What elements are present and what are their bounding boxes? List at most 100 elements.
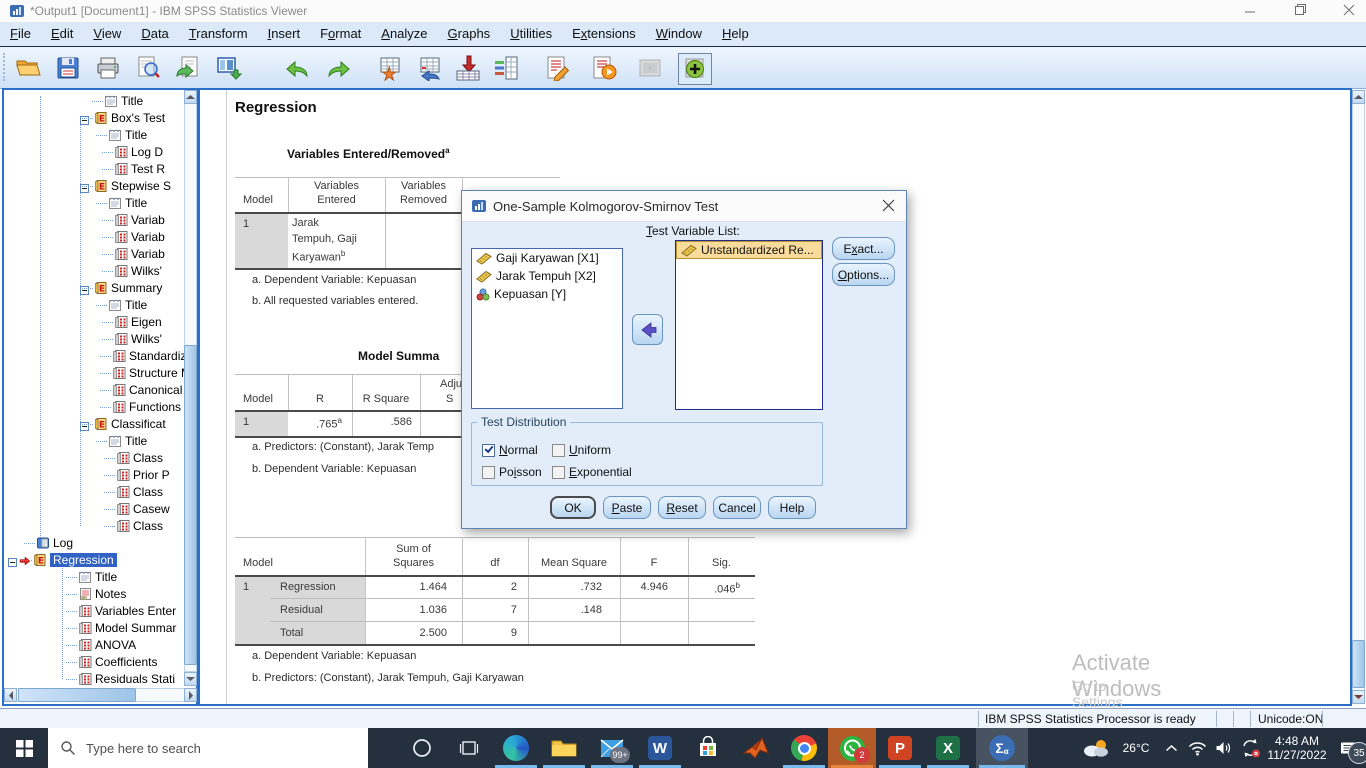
output-vscroll-thumb[interactable]	[1352, 640, 1365, 688]
excel-taskbar-button[interactable]: X	[924, 728, 972, 768]
outline-item-model-summar[interactable]: Model Summar	[4, 620, 184, 637]
outline-hscroll-left[interactable]	[4, 688, 17, 702]
options-button[interactable]: Options...	[832, 263, 895, 286]
test-variable-list[interactable]: Unstandardized Re...	[675, 240, 823, 410]
menu-insert[interactable]: Insert	[258, 22, 311, 44]
uniform-checkbox-label[interactable]: Uniform	[569, 443, 611, 457]
exponential-checkbox-label[interactable]: Exponential	[569, 465, 632, 479]
menu-window[interactable]: Window	[646, 22, 712, 44]
normal-checkbox-label[interactable]: Normal	[499, 443, 538, 457]
outline-item-variables-enter[interactable]: Variables Enter	[4, 603, 184, 620]
outline-item-title[interactable]: Title	[4, 93, 184, 110]
outline-item-standardiz[interactable]: Standardiz	[4, 348, 184, 365]
explorer-taskbar-button[interactable]	[540, 728, 588, 768]
poisson-checkbox-label[interactable]: Poisson	[499, 465, 542, 479]
store-taskbar-button[interactable]	[684, 728, 732, 768]
cancel-button[interactable]: Cancel	[713, 496, 761, 519]
weather-icon[interactable]	[1074, 728, 1118, 768]
outline-item-title[interactable]: Title	[4, 195, 184, 212]
outline-item-classificat[interactable]: EClassificat	[4, 416, 184, 433]
outline-item-variab[interactable]: Variab	[4, 246, 184, 263]
collapse-icon[interactable]	[80, 420, 89, 434]
menu-extensions[interactable]: Extensions	[562, 22, 646, 44]
menu-file[interactable]: File	[0, 22, 41, 44]
help-button[interactable]: Help	[768, 496, 816, 519]
print-preview-icon[interactable]	[132, 53, 164, 83]
dialog-close-icon[interactable]	[882, 199, 895, 217]
outline-item-notes[interactable]: Notes	[4, 586, 184, 603]
collapse-icon[interactable]	[80, 284, 89, 298]
outline-item-residuals-stati[interactable]: Residuals Stati	[4, 671, 184, 688]
menu-edit[interactable]: Edit	[41, 22, 83, 44]
reset-button[interactable]: Reset	[658, 496, 706, 519]
spss-taskbar-button[interactable]: Σα	[976, 728, 1028, 768]
word-taskbar-button[interactable]: W	[636, 728, 684, 768]
outline-item-variab[interactable]: Variab	[4, 212, 184, 229]
outline-item-title[interactable]: Title	[4, 433, 184, 450]
insert-object-icon[interactable]	[678, 53, 712, 85]
outline-item-test-r[interactable]: Test R	[4, 161, 184, 178]
outline-item-casew[interactable]: Casew	[4, 501, 184, 518]
redo-icon[interactable]	[322, 53, 354, 83]
outline-item-canonical[interactable]: Canonical	[4, 382, 184, 399]
outline-item-title[interactable]: Title	[4, 297, 184, 314]
goto-data-icon[interactable]	[452, 53, 484, 83]
outline-vscroll-up[interactable]	[184, 90, 197, 104]
temperature-readout[interactable]: 26°C	[1116, 728, 1156, 768]
edge-taskbar-button[interactable]	[492, 728, 540, 768]
undo-icon[interactable]	[282, 53, 314, 83]
save-icon[interactable]	[52, 53, 84, 83]
notification-center-button[interactable]: 35	[1330, 728, 1366, 768]
start-button[interactable]	[0, 728, 48, 768]
outline-hscroll-thumb[interactable]	[18, 688, 136, 702]
outline-item-anova[interactable]: ANOVA	[4, 637, 184, 654]
menu-help[interactable]: Help	[712, 22, 759, 44]
exponential-checkbox[interactable]	[552, 466, 565, 479]
restore-button[interactable]	[1285, 3, 1315, 20]
menu-analyze[interactable]: Analyze	[371, 22, 437, 44]
recall-dialog-icon[interactable]	[172, 53, 204, 83]
print-icon[interactable]	[92, 53, 124, 83]
favorites-table-icon[interactable]	[372, 53, 404, 83]
outline-item-prior-p[interactable]: Prior P	[4, 467, 184, 484]
menu-transform[interactable]: Transform	[179, 22, 258, 44]
wifi-icon[interactable]	[1184, 728, 1210, 768]
outline-item-class[interactable]: Class	[4, 450, 184, 467]
source-variable-list[interactable]: Gaji Karyawan [X1]Jarak Tempuh [X2]Kepua…	[471, 248, 623, 409]
ok-button[interactable]: OK	[550, 496, 596, 519]
menu-format[interactable]: Format	[310, 22, 371, 44]
task-view-button[interactable]	[446, 728, 492, 768]
normal-checkbox[interactable]	[482, 444, 495, 457]
outline-item-wilks[interactable]: Wilks'	[4, 331, 184, 348]
volume-icon[interactable]	[1210, 728, 1236, 768]
designate-window-icon[interactable]	[212, 53, 244, 83]
mail-taskbar-button[interactable]: 99+	[588, 728, 636, 768]
menu-utilities[interactable]: Utilities	[500, 22, 562, 44]
outline-item-title[interactable]: Title	[4, 127, 184, 144]
outline-item-functions[interactable]: Functions	[4, 399, 184, 416]
outline-vscroll-thumb[interactable]	[184, 345, 197, 665]
source-variable-item[interactable]: Kepuasan [Y]	[472, 285, 622, 303]
outline-item-structure-m[interactable]: Structure M	[4, 365, 184, 382]
run-script-icon[interactable]	[588, 53, 620, 83]
outline-item-class[interactable]: Class	[4, 518, 184, 535]
outline-item-wilks[interactable]: Wilks'	[4, 263, 184, 280]
menu-data[interactable]: Data	[131, 22, 178, 44]
close-button[interactable]	[1334, 3, 1364, 20]
goto-case-icon[interactable]	[412, 53, 444, 83]
chrome-taskbar-button[interactable]	[780, 728, 828, 768]
collapse-icon[interactable]	[8, 556, 17, 570]
collapse-icon[interactable]	[80, 182, 89, 196]
output-vscroll-track[interactable]	[1352, 90, 1365, 704]
powerpoint-taskbar-button[interactable]: P	[876, 728, 924, 768]
outline-item-eigen[interactable]: Eigen	[4, 314, 184, 331]
taskbar-search[interactable]: Type here to search	[48, 728, 368, 768]
outline-item-stepwise-s[interactable]: EStepwise S	[4, 178, 184, 195]
outline-item-coefficients[interactable]: Coefficients	[4, 654, 184, 671]
outline-item-log[interactable]: Log	[4, 535, 184, 552]
tray-chevron-icon[interactable]	[1158, 728, 1184, 768]
menu-graphs[interactable]: Graphs	[438, 22, 501, 44]
outline-item-regression[interactable]: ERegression	[4, 552, 184, 569]
outline-vscroll-down[interactable]	[184, 672, 197, 686]
poisson-checkbox[interactable]	[482, 466, 495, 479]
